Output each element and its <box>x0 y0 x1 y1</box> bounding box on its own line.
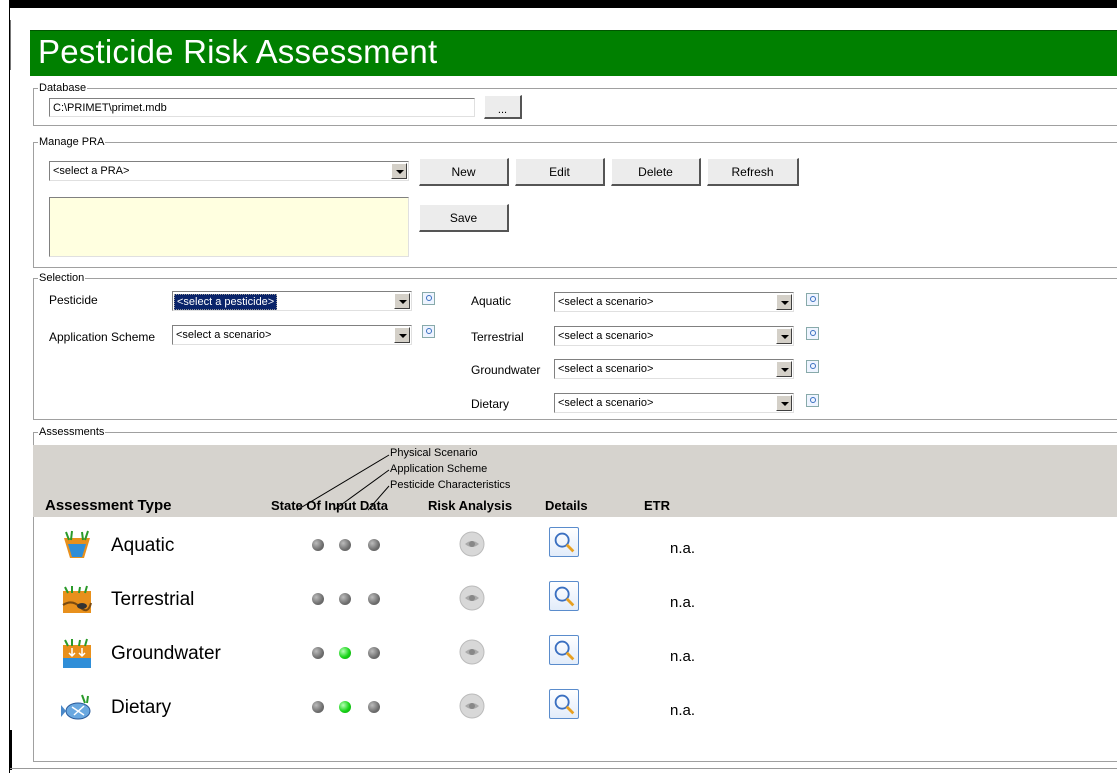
dietary-label: Dietary <box>471 397 510 411</box>
annotation-physical-scenario: Physical Scenario <box>390 447 478 459</box>
chevron-down-icon[interactable] <box>776 294 792 310</box>
refresh-button[interactable]: Refresh <box>707 158 799 186</box>
state-pesticide-characteristics <box>368 593 380 605</box>
dietary-scenario-select[interactable]: <select a scenario> <box>554 393 794 413</box>
dietary-details-icon[interactable] <box>806 394 819 407</box>
etr-value-terrestrial: n.a. <box>670 594 696 611</box>
window-left-border <box>0 0 10 773</box>
refresh-button-label: Refresh <box>731 164 774 179</box>
pra-select[interactable]: <select a PRA> <box>49 161 409 181</box>
window-top-border <box>0 0 1117 8</box>
annotation-pesticide-characteristics: Pesticide Characteristics <box>390 479 511 491</box>
selection-group-label: Selection <box>38 271 86 285</box>
manage-pra-group-label: Manage PRA <box>38 135 106 149</box>
risk-analysis-icon[interactable] <box>457 528 487 558</box>
delete-button[interactable]: Delete <box>611 158 701 186</box>
terrestrial-scenario-value: <select a scenario> <box>558 330 654 342</box>
header-state-of-input-data: State Of Input Data <box>271 498 389 513</box>
annotation-application-scheme: Application Scheme <box>390 463 488 475</box>
risk-analysis-icon[interactable] <box>457 636 487 666</box>
terrestrial-scenario-select[interactable]: <select a scenario> <box>554 326 794 346</box>
groundwater-details-icon[interactable] <box>806 360 819 373</box>
aquatic-scenario-select[interactable]: <select a scenario> <box>554 292 794 312</box>
groundwater-scenario-select[interactable]: <select a scenario> <box>554 359 794 379</box>
row-name-terrestrial: Terrestrial <box>111 589 195 610</box>
chevron-down-icon[interactable] <box>776 328 792 344</box>
terrestrial-details-icon[interactable] <box>806 327 819 340</box>
pesticide-select[interactable]: <select a pesticide> <box>172 291 412 311</box>
application-scheme-label: Application Scheme <box>49 330 156 344</box>
aquatic-details-icon[interactable] <box>806 293 819 306</box>
dietary-scenario-value: <select a scenario> <box>558 397 654 409</box>
details-magnifier-icon[interactable] <box>549 635 579 665</box>
details-magnifier-icon[interactable] <box>549 581 579 611</box>
risk-analysis-icon[interactable] <box>457 690 487 720</box>
terrestrial-label: Terrestrial <box>471 330 524 344</box>
browse-database-button[interactable]: ... <box>484 95 522 119</box>
etr-value-aquatic: n.a. <box>670 540 696 557</box>
chevron-down-icon[interactable] <box>776 395 792 411</box>
aquatic-label: Aquatic <box>471 294 512 308</box>
pra-select-value: <select a PRA> <box>53 165 130 177</box>
database-path-value: C:\PRIMET\primet.mdb <box>53 102 167 114</box>
chevron-down-icon[interactable] <box>394 293 410 309</box>
delete-button-label: Delete <box>638 164 673 179</box>
application-scheme-select[interactable]: <select a scenario> <box>172 325 412 345</box>
terrestrial-icon <box>62 585 92 613</box>
splitter-mark <box>10 20 14 70</box>
state-physical-scenario <box>312 539 324 551</box>
etr-value-dietary: n.a. <box>670 702 696 719</box>
details-magnifier-icon[interactable] <box>549 689 579 719</box>
application-scheme-details-icon[interactable] <box>422 325 435 338</box>
database-group-label: Database <box>38 81 88 95</box>
state-physical-scenario <box>312 647 324 659</box>
page-title: Pesticide Risk Assessment <box>38 33 438 70</box>
splitter-mark <box>10 730 14 770</box>
row-name-dietary: Dietary <box>111 697 172 718</box>
edit-button[interactable]: Edit <box>515 158 605 186</box>
header-risk-analysis: Risk Analysis <box>428 498 513 513</box>
row-name-groundwater: Groundwater <box>111 643 221 664</box>
pra-notes-field[interactable] <box>49 197 409 257</box>
details-magnifier-icon[interactable] <box>549 527 579 557</box>
state-pesticide-characteristics <box>368 539 380 551</box>
pesticide-select-value: <select a pesticide> <box>174 294 278 310</box>
application-scheme-select-value: <select a scenario> <box>176 329 272 341</box>
header-assessment-type: Assessment Type <box>45 497 172 514</box>
groundwater-icon <box>63 638 91 668</box>
groundwater-label: Groundwater <box>471 363 541 377</box>
state-physical-scenario <box>312 593 324 605</box>
aquatic-icon <box>64 530 90 558</box>
chevron-down-icon[interactable] <box>776 361 792 377</box>
chevron-down-icon[interactable] <box>391 163 407 179</box>
pesticide-label: Pesticide <box>49 293 98 307</box>
risk-analysis-icon[interactable] <box>457 582 487 612</box>
state-application-scheme <box>339 593 351 605</box>
title-banner: Pesticide Risk Assessment <box>30 30 1117 76</box>
state-application-scheme <box>339 701 351 713</box>
pesticide-details-icon[interactable] <box>422 292 435 305</box>
database-path-field[interactable]: C:\PRIMET\primet.mdb <box>49 98 475 117</box>
state-application-scheme <box>339 647 351 659</box>
etr-value-groundwater: n.a. <box>670 648 696 665</box>
state-application-scheme <box>339 539 351 551</box>
window-bottom-border <box>10 768 1117 773</box>
save-button[interactable]: Save <box>419 204 509 232</box>
header-details: Details <box>545 498 588 513</box>
save-button-label: Save <box>449 210 478 225</box>
groundwater-scenario-value: <select a scenario> <box>558 363 654 375</box>
state-pesticide-characteristics <box>368 701 380 713</box>
aquatic-scenario-value: <select a scenario> <box>558 296 654 308</box>
chevron-down-icon[interactable] <box>394 327 410 343</box>
new-button[interactable]: New <box>419 158 509 186</box>
state-pesticide-characteristics <box>368 647 380 659</box>
header-etr: ETR <box>644 498 670 513</box>
browse-label: ... <box>497 103 508 116</box>
row-name-aquatic: Aquatic <box>111 535 175 556</box>
state-physical-scenario <box>312 701 324 713</box>
dietary-icon <box>61 694 91 720</box>
assessments-group-label: Assessments <box>38 425 106 439</box>
edit-button-label: Edit <box>549 164 570 179</box>
new-button-label: New <box>451 164 476 179</box>
